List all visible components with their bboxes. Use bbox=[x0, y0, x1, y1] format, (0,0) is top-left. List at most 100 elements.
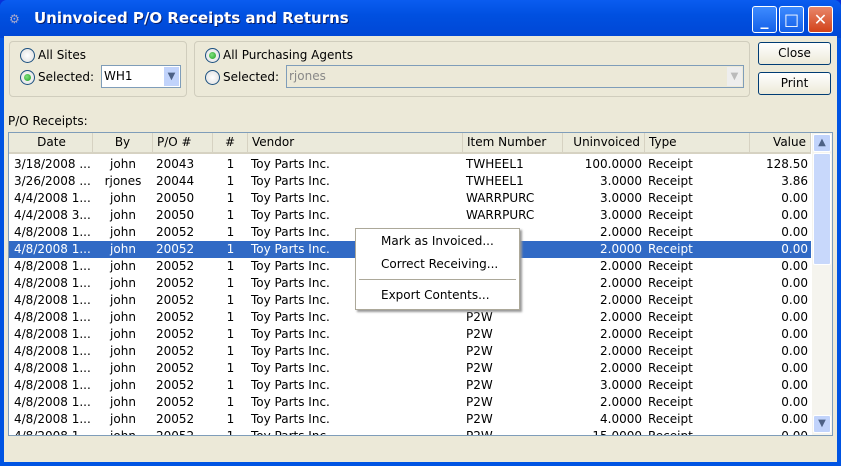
table-cell: 1 bbox=[226, 174, 235, 188]
table-cell: 1 bbox=[226, 208, 235, 222]
chevron-down-icon[interactable]: ▼ bbox=[164, 67, 179, 86]
table-cell: 1 bbox=[226, 344, 235, 358]
table-cell: 0.00 bbox=[781, 208, 808, 222]
table-cell: Toy Parts Inc. bbox=[251, 310, 330, 324]
table-cell: 20043 bbox=[156, 157, 195, 171]
table-cell: Receipt bbox=[648, 310, 693, 324]
table-row[interactable]: 4/4/2008 1... john 20050 1 Toy Parts Inc. WAR… bbox=[9, 190, 811, 207]
table-cell: 20044 bbox=[156, 174, 195, 188]
table-cell: Toy Parts Inc. bbox=[251, 157, 330, 171]
table-row[interactable]: 3/18/2008 ... john 20043 1 Toy Parts Inc. TWH… bbox=[9, 156, 811, 173]
all-agents-radio[interactable] bbox=[205, 48, 220, 63]
table-cell: john bbox=[110, 293, 136, 307]
column-header[interactable]: P/O # bbox=[153, 133, 213, 152]
column-header[interactable]: Uninvoiced bbox=[563, 133, 645, 152]
table-cell: 1 bbox=[226, 361, 235, 375]
table-cell: 4/8/2008 1... bbox=[14, 242, 91, 256]
menu-item-export-contents[interactable]: Export Contents... bbox=[381, 288, 490, 302]
table-cell: 20052 bbox=[156, 225, 195, 239]
sites-group: All Sites Selected: WH1 ▼ bbox=[9, 41, 187, 97]
table-row[interactable]: 4/8/2008 1... john 20052 1 Toy Parts Inc. P2W… bbox=[9, 411, 811, 428]
table-cell: Toy Parts Inc. bbox=[251, 378, 330, 392]
menu-item-mark-invoiced[interactable]: Mark as Invoiced... bbox=[381, 234, 494, 248]
table-row[interactable]: 4/8/2008 1... john 20052 1 Toy Parts Inc. P2W… bbox=[9, 309, 811, 326]
table-cell: john bbox=[110, 378, 136, 392]
table-cell: john bbox=[110, 259, 136, 273]
window: ⚙ Uninvoiced P/O Receipts and Returns _ … bbox=[0, 0, 841, 466]
table-cell: 0.00 bbox=[781, 293, 808, 307]
table-cell: 20050 bbox=[156, 208, 195, 222]
column-header[interactable]: # bbox=[213, 133, 248, 152]
print-button[interactable]: Print bbox=[758, 72, 831, 95]
table-row[interactable]: 4/8/2008 1... john 20052 1 Toy Parts Inc. P2W… bbox=[9, 394, 811, 411]
table-cell: Receipt bbox=[648, 259, 693, 273]
agent-combo[interactable]: rjones ▼ bbox=[286, 65, 744, 88]
selected-agent-radio[interactable] bbox=[205, 70, 220, 85]
table-row[interactable]: 4/8/2008 1... john 20052 1 Toy Parts Inc. P2W… bbox=[9, 360, 811, 377]
vertical-scrollbar[interactable]: ▲ ▼ bbox=[812, 133, 832, 435]
table-cell: 1 bbox=[226, 293, 235, 307]
table-cell: Toy Parts Inc. bbox=[251, 191, 330, 205]
table-cell: Receipt bbox=[648, 174, 693, 188]
table-cell: 20052 bbox=[156, 429, 195, 436]
table-cell: 2.0000 bbox=[600, 259, 642, 273]
table-cell: Receipt bbox=[648, 429, 693, 436]
table-cell: 2.0000 bbox=[600, 395, 642, 409]
table-cell: 20052 bbox=[156, 327, 195, 341]
table-cell: 4/8/2008 1... bbox=[14, 327, 91, 341]
table-cell: john bbox=[110, 344, 136, 358]
close-window-button[interactable]: ✕ bbox=[808, 6, 833, 33]
table-cell: 3.0000 bbox=[600, 378, 642, 392]
table-cell: 20052 bbox=[156, 259, 195, 273]
scroll-up-button[interactable]: ▲ bbox=[813, 134, 831, 152]
table-cell: john bbox=[110, 225, 136, 239]
table-cell: 4/4/2008 3... bbox=[14, 208, 91, 222]
column-header[interactable]: Value bbox=[750, 133, 811, 152]
table-cell: john bbox=[110, 157, 136, 171]
column-header[interactable]: Item Number bbox=[463, 133, 563, 152]
column-header[interactable]: Date bbox=[11, 133, 93, 152]
table-cell: 4/8/2008 1... bbox=[14, 293, 91, 307]
table-row[interactable]: 4/8/2008 1... john 20052 1 Toy Parts Inc. P2W… bbox=[9, 377, 811, 394]
table-cell: 2.0000 bbox=[600, 242, 642, 256]
table-row[interactable]: 4/8/2008 1... john 20052 1 Toy Parts Inc. P2W… bbox=[9, 343, 811, 360]
table-cell: 3/18/2008 ... bbox=[14, 157, 91, 171]
table-cell: john bbox=[110, 276, 136, 290]
scroll-thumb[interactable] bbox=[813, 153, 831, 265]
scroll-down-button[interactable]: ▼ bbox=[813, 415, 831, 433]
table-row[interactable]: 4/4/2008 3... john 20050 1 Toy Parts Inc. WAR… bbox=[9, 207, 811, 224]
table-cell: 1 bbox=[226, 378, 235, 392]
column-header[interactable]: Type bbox=[645, 133, 750, 152]
table-cell: Receipt bbox=[648, 208, 693, 222]
selected-site-radio[interactable] bbox=[20, 70, 35, 85]
all-sites-radio[interactable] bbox=[20, 48, 35, 63]
table-row[interactable]: 4/8/2008 1... john 20052 1 Toy Parts Inc. P2W… bbox=[9, 428, 811, 436]
table-cell: Receipt bbox=[648, 242, 693, 256]
table-cell: 20052 bbox=[156, 293, 195, 307]
menu-item-correct-receiving[interactable]: Correct Receiving... bbox=[381, 257, 498, 271]
column-header[interactable]: Vendor bbox=[248, 133, 463, 152]
all-agents-label: All Purchasing Agents bbox=[223, 48, 353, 62]
table-cell: 1 bbox=[226, 412, 235, 426]
table-cell: 4/8/2008 1... bbox=[14, 378, 91, 392]
app-icon: ⚙ bbox=[9, 12, 20, 26]
table-row[interactable]: 4/8/2008 1... john 20052 1 Toy Parts Inc. P2W… bbox=[9, 326, 811, 343]
table-cell: 100.0000 bbox=[584, 157, 642, 171]
table-row[interactable]: 3/26/2008 ... rjones 20044 1 Toy Parts Inc. T… bbox=[9, 173, 811, 190]
table-cell: P2W bbox=[466, 395, 493, 409]
column-header[interactable]: By bbox=[93, 133, 153, 152]
table-cell: 4.0000 bbox=[600, 412, 642, 426]
table-cell: 20052 bbox=[156, 412, 195, 426]
table-cell: 128.50 bbox=[766, 157, 808, 171]
table-cell: 0.00 bbox=[781, 361, 808, 375]
title-bar[interactable]: ⚙ Uninvoiced P/O Receipts and Returns _ … bbox=[0, 0, 841, 38]
table-cell: Receipt bbox=[648, 395, 693, 409]
chevron-down-icon[interactable]: ▼ bbox=[727, 67, 742, 86]
table-cell: 20052 bbox=[156, 344, 195, 358]
table-cell: 20050 bbox=[156, 191, 195, 205]
maximize-button[interactable]: □ bbox=[779, 6, 804, 33]
site-combo[interactable]: WH1 ▼ bbox=[101, 65, 181, 88]
table-cell: 3.0000 bbox=[600, 191, 642, 205]
close-button[interactable]: Close bbox=[758, 42, 831, 65]
minimize-button[interactable]: _ bbox=[752, 6, 777, 33]
